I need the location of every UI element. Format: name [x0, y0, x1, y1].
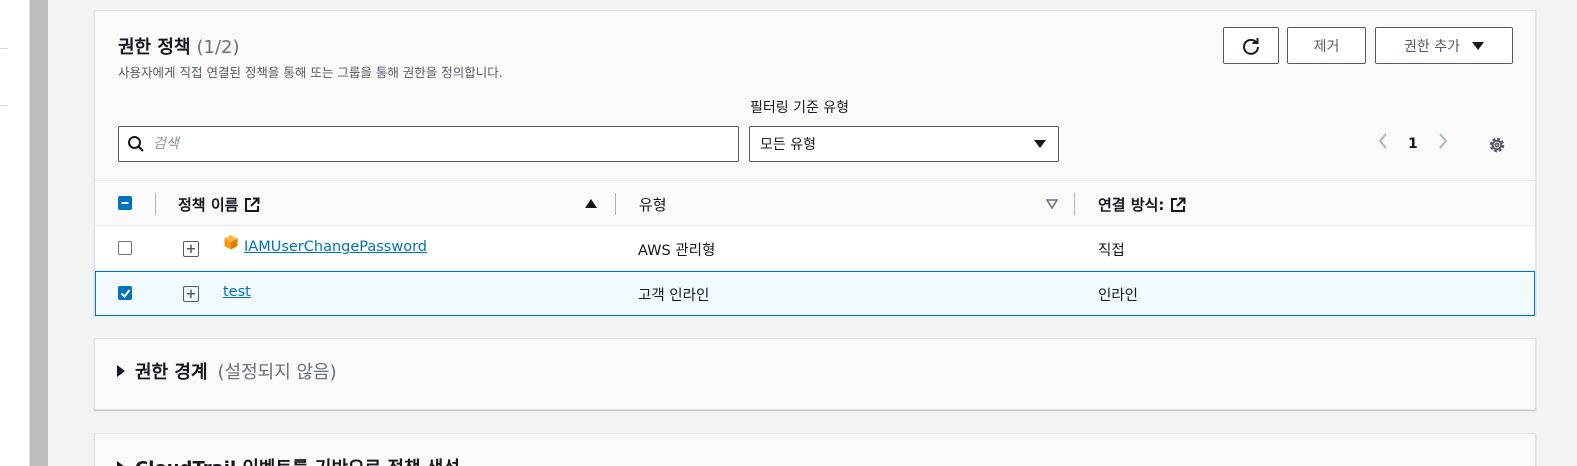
select-all-checkbox[interactable]	[118, 196, 132, 210]
filter-type-label: 필터링 기준 유형	[750, 100, 850, 116]
caret-right-icon	[117, 461, 125, 466]
column-header-label: 유형	[639, 196, 667, 214]
gear-icon[interactable]	[1487, 135, 1507, 155]
policy-attached-via: 직접	[1098, 243, 1125, 259]
sort-ascending-icon[interactable]	[585, 199, 597, 208]
row-checkbox[interactable]	[118, 286, 132, 300]
column-header-label: 연결 방식:	[1098, 196, 1165, 214]
policy-name-link[interactable]: IAMUserChangePassword	[244, 239, 427, 255]
table-header: 정책 이름 유형 연결 방식:	[95, 180, 1535, 226]
column-divider[interactable]	[615, 193, 616, 215]
search-input[interactable]	[153, 136, 713, 152]
pagination: 1	[1378, 132, 1448, 155]
permissions-boundary-toggle[interactable]: 권한 경계 (설정되지 않음)	[117, 358, 337, 384]
current-page-number[interactable]: 1	[1400, 136, 1426, 152]
panel-divider[interactable]	[30, 0, 48, 466]
boundary-title: 권한 경계	[135, 362, 208, 383]
left-panel-edge	[0, 0, 30, 466]
expand-row-icon[interactable]: +	[183, 286, 199, 302]
policies-table: 정책 이름 유형 연결 방식: + IAMUserChangePassword …	[95, 180, 1535, 316]
policies-description: 사용자에게 직접 연결된 정책을 통해 또는 그룹을 통해 권한을 정의합니다.	[118, 65, 503, 80]
cloudtrail-toggle[interactable]: CloudTrail 이벤트를 기반으로 정책 생성	[117, 454, 460, 466]
remove-button[interactable]: 제거	[1287, 27, 1366, 64]
cloudtrail-title: CloudTrail 이벤트를 기반으로 정책 생성	[135, 454, 460, 466]
table-row[interactable]: + IAMUserChangePassword AWS 관리형 직접	[95, 226, 1535, 271]
policy-attached-via: 인라인	[1098, 288, 1139, 304]
refresh-icon	[1243, 37, 1259, 55]
column-divider	[155, 193, 156, 215]
policies-title: 권한 정책	[118, 37, 191, 58]
next-page-icon[interactable]	[1438, 132, 1448, 155]
policy-type: AWS 관리형	[638, 243, 716, 259]
policies-header: 권한 정책 (1/2)	[118, 33, 240, 59]
search-field[interactable]	[118, 126, 739, 162]
filter-type-select[interactable]: 모든 유형	[749, 126, 1059, 162]
column-header-type[interactable]: 유형	[639, 194, 667, 215]
table-row[interactable]: + test 고객 인라인 인라인	[95, 271, 1535, 316]
sort-descending-icon[interactable]	[1046, 199, 1058, 209]
policy-type: 고객 인라인	[638, 288, 710, 304]
row-checkbox[interactable]	[118, 241, 132, 255]
policy-name-link[interactable]: test	[223, 284, 251, 300]
dropdown-caret-icon	[1034, 140, 1046, 148]
column-header-policy-name[interactable]: 정책 이름	[178, 194, 260, 215]
column-divider[interactable]	[1074, 193, 1075, 215]
expand-row-icon[interactable]: +	[183, 241, 199, 257]
external-link-icon	[245, 197, 260, 212]
boundary-status: (설정되지 않음)	[217, 362, 337, 383]
aws-managed-icon	[224, 235, 238, 250]
search-icon	[128, 136, 144, 152]
permissions-boundary-card: 권한 경계 (설정되지 않음)	[94, 338, 1536, 410]
external-link-icon	[1171, 197, 1186, 212]
caret-down-icon	[1471, 41, 1484, 50]
column-header-attached-via[interactable]: 연결 방식:	[1098, 194, 1186, 215]
filter-type-value: 모든 유형	[760, 137, 816, 153]
add-permissions-label: 권한 추가	[1404, 38, 1460, 55]
add-permissions-button[interactable]: 권한 추가	[1375, 27, 1513, 64]
previous-page-icon[interactable]	[1378, 132, 1388, 155]
page: 권한 정책 (1/2) 사용자에게 직접 연결된 정책을 통해 또는 그룹을 통…	[0, 0, 1577, 466]
caret-right-icon	[117, 365, 125, 377]
refresh-button[interactable]	[1223, 27, 1279, 64]
permission-policies-card: 권한 정책 (1/2) 사용자에게 직접 연결된 정책을 통해 또는 그룹을 통…	[94, 10, 1536, 316]
cloudtrail-policy-card: CloudTrail 이벤트를 기반으로 정책 생성	[94, 433, 1536, 466]
column-header-label: 정책 이름	[178, 196, 239, 214]
policies-count: (1/2)	[196, 37, 240, 58]
